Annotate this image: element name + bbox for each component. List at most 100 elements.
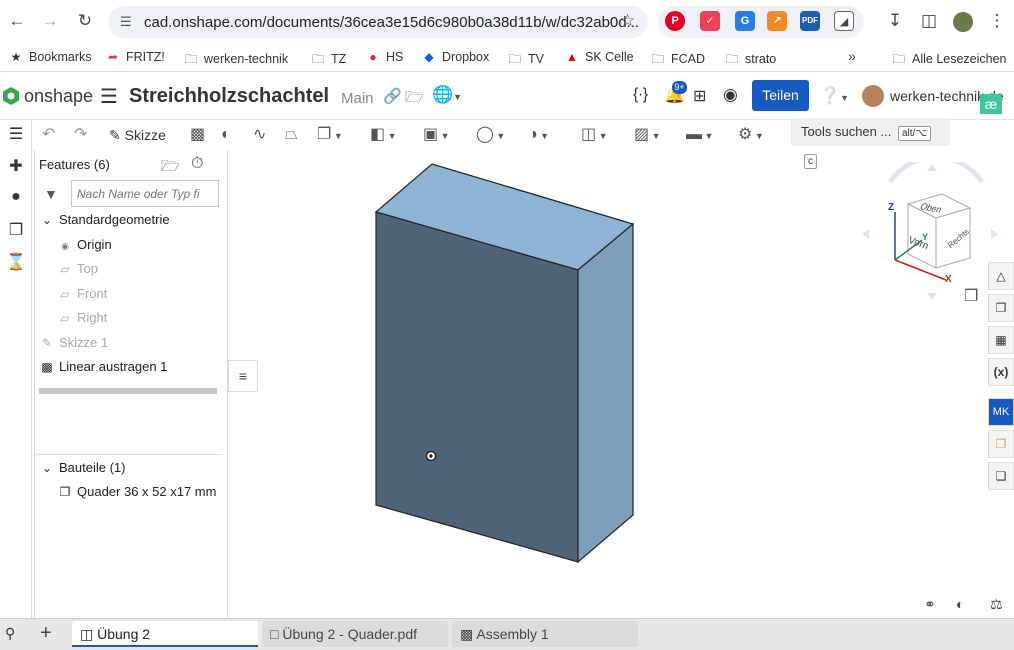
mass-properties-icon[interactable]: ◐	[956, 596, 964, 612]
tree-label: Bauteile (1)	[59, 460, 126, 475]
section-view-icon[interactable]: ❏	[988, 462, 1014, 490]
tree-item-origin[interactable]: ◉ Origin	[57, 237, 112, 252]
sketch-button[interactable]: ✎ Skizze	[109, 124, 166, 146]
variables-panel-icon[interactable]: (x)	[988, 358, 1014, 386]
add-feature-icon[interactable]: ✚	[5, 156, 27, 178]
add-folder-icon[interactable]: 🗁	[161, 156, 180, 181]
analytics-icon[interactable]: ↗	[767, 11, 787, 31]
more-bookmarks-button[interactable]: »	[848, 48, 856, 64]
split-icon[interactable]: ◑ ▼	[528, 124, 549, 146]
tree-item-sketch[interactable]: ✎ Skizze 1	[39, 335, 108, 350]
plane-icon[interactable]: ◫ ▼	[581, 124, 608, 146]
reload-icon[interactable]: ↻	[74, 10, 96, 32]
shell-icon[interactable]: ▣ ▼	[423, 124, 450, 146]
loft-icon[interactable]: ⏢	[285, 124, 298, 146]
pinterest-icon[interactable]: P	[665, 11, 685, 31]
comments-icon[interactable]: ●	[5, 188, 27, 210]
bookmark-sk-celle[interactable]: ▲ SK Celle	[565, 50, 634, 64]
extensions-icon[interactable]: ◢	[834, 11, 854, 31]
feature-list-toggle-icon[interactable]: ≡	[228, 360, 258, 392]
view-mode-cube-icon[interactable]: ❐	[964, 286, 978, 306]
appearance-icon[interactable]: △	[988, 262, 1014, 290]
address-bar[interactable]: ☰ cad.onshape.com/documents/36cea3e15d6c…	[108, 6, 648, 38]
bookmark-fritz[interactable]: ➦ FRITZ!	[106, 50, 165, 64]
view-cube[interactable]: Z Y X Oben Vorn Rechts	[860, 154, 1000, 302]
box-front-face[interactable]	[375, 211, 579, 563]
download-icon[interactable]: ↧	[884, 10, 906, 32]
measure-icon[interactable]: ⚭	[924, 596, 936, 613]
user-avatar[interactable]	[862, 85, 884, 107]
bookmark-werken-technik[interactable]: 🗀 werken-technik	[184, 50, 288, 71]
thicken-icon[interactable]: ❐ ▼	[317, 124, 343, 146]
scale-icon[interactable]: ⚖	[990, 596, 1003, 613]
boolean-icon[interactable]: ◯ ▼	[476, 124, 505, 146]
feature-filter-input[interactable]	[71, 180, 219, 207]
search-tabs-icon[interactable]: ⚲	[5, 625, 15, 642]
forward-icon[interactable]: →	[39, 10, 61, 32]
tree-item-front[interactable]: ▱ Front	[57, 286, 107, 301]
fillet-icon[interactable]: ◧ ▼	[370, 124, 397, 146]
bookmark-strato[interactable]: 🗀 strato	[725, 50, 776, 71]
tree-item-right[interactable]: ▱ Right	[57, 310, 107, 325]
rollback-bar[interactable]	[39, 388, 217, 394]
table-icon[interactable]: ▦	[988, 326, 1014, 354]
hamburger-menu-icon[interactable]: ☰	[100, 84, 118, 109]
history-icon[interactable]: ⌛	[5, 252, 27, 274]
bookmark-hs[interactable]: ● HS	[366, 50, 403, 64]
bookmark-bookmarks[interactable]: ★ Bookmarks	[9, 50, 92, 64]
tree-group-parts[interactable]: ⌄ Bauteile (1)	[39, 460, 126, 475]
logo-text[interactable]: onshape	[24, 86, 93, 107]
tree-item-top[interactable]: ▱ Top	[57, 261, 98, 276]
translate-icon[interactable]: G	[735, 11, 755, 31]
document-title[interactable]: Streichholzschachtel	[129, 85, 329, 108]
tab-uebung-2-pdf[interactable]: □ Übung 2 - Quader.pdf	[262, 621, 448, 647]
pdf-icon[interactable]: PDF	[800, 11, 820, 31]
sweep-icon[interactable]: ∿	[253, 124, 266, 146]
share-button[interactable]: Teilen	[752, 80, 809, 111]
filter-icon[interactable]: ▼	[44, 186, 58, 202]
bookmark-dropbox[interactable]: ◆ Dropbox	[422, 50, 489, 64]
parts-icon[interactable]: ❐	[5, 220, 27, 242]
account-badge[interactable]: æ	[980, 94, 1002, 114]
undo-icon[interactable]: ↶	[42, 124, 55, 146]
branch-label[interactable]: Main	[341, 90, 374, 107]
stopwatch-icon[interactable]: ⏱	[191, 155, 203, 173]
mkt-icon[interactable]: MK	[988, 398, 1014, 426]
back-icon[interactable]: ←	[6, 10, 28, 32]
menu-icon[interactable]: ⋮	[986, 10, 1008, 32]
star-icon[interactable]: ☆	[620, 11, 635, 31]
feature-list-icon[interactable]: ☰	[5, 124, 27, 146]
sidepanel-icon[interactable]: ◫	[918, 10, 940, 32]
mirror-icon[interactable]: ▬ ▼	[686, 124, 713, 146]
tab-uebung-2[interactable]: ◫ Übung 2	[72, 621, 258, 647]
bookmark-tv[interactable]: 🗀 TV	[508, 50, 544, 71]
profile-avatar[interactable]	[953, 12, 973, 32]
settings-gear-icon[interactable]: ⚙ ▼	[738, 124, 764, 146]
box-side-face[interactable]	[577, 222, 634, 564]
tree-group-standard-geometry[interactable]: ⌄ Standardgeometrie	[39, 212, 170, 227]
tree-item-extrude[interactable]: ▩ Linear austragen 1	[39, 359, 167, 374]
site-settings-icon[interactable]: ☰	[120, 14, 132, 30]
bookmark-fcad[interactable]: 🗀 FCAD	[651, 50, 705, 71]
pattern-icon[interactable]: ▨ ▼	[634, 124, 661, 146]
link-icon[interactable]: 🔗	[383, 87, 402, 105]
tools-search-input[interactable]: Tools suchen ... alt/⌥ c	[791, 118, 950, 169]
revolve-icon[interactable]: ◐	[221, 124, 231, 146]
material-icon[interactable]: ❐	[988, 430, 1014, 458]
variables-icon[interactable]: {∙}	[633, 86, 648, 104]
globe-icon[interactable]: 🌐▼	[432, 85, 462, 105]
bookmark-tz[interactable]: 🗀 TZ	[311, 50, 346, 71]
parts-view-icon[interactable]: ❐	[988, 294, 1014, 322]
help-icon[interactable]: ❔▼	[819, 86, 849, 106]
pocket-icon[interactable]: ✓	[700, 11, 720, 31]
add-tab-icon[interactable]: +	[40, 622, 52, 645]
bookmark-label: Dropbox	[442, 50, 490, 64]
all-bookmarks[interactable]: 🗀 Alle Lesezeichen	[892, 50, 1007, 71]
folder-icon[interactable]: 🗁	[405, 87, 424, 112]
app-store-icon[interactable]: ⊞	[693, 86, 706, 106]
learning-icon[interactable]: ◉	[723, 85, 738, 105]
tree-item-part[interactable]: ❐ Quader 36 x 52 x17 mm	[57, 484, 217, 499]
tab-assembly-1[interactable]: ▩ Assembly 1	[452, 621, 638, 647]
extrude-icon[interactable]: ▩	[190, 124, 205, 146]
redo-icon[interactable]: ↷	[74, 124, 87, 146]
